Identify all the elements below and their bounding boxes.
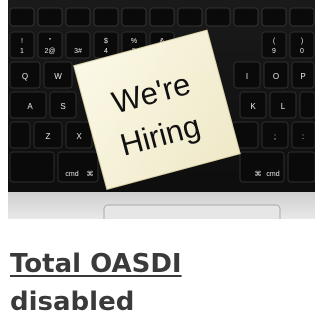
svg-text:0: 0 (300, 48, 304, 55)
key-p-label: P (300, 72, 305, 81)
key-cmd-symbol-left: ⌘ (87, 170, 94, 178)
key-i-label: I (246, 72, 248, 81)
key-q-label: Q (22, 72, 28, 81)
key-colon-label: : (302, 132, 304, 141)
svg-text:9: 9 (272, 48, 276, 55)
key-z-label: Z (46, 132, 51, 141)
caption-link[interactable]: Total OASDI (10, 247, 310, 281)
svg-text:4: 4 (104, 48, 108, 55)
caption-subtitle: disabled (10, 287, 135, 317)
key-w-label: W (54, 72, 62, 81)
key-cmd-left-label: cmd (65, 171, 78, 178)
key-semicolon-label: ; (274, 132, 276, 141)
function-key-row (9, 7, 315, 27)
key-0-label: ) (301, 38, 303, 45)
svg-text:2@: 2@ (45, 48, 56, 55)
key-3-label: 3# (74, 48, 82, 55)
key-cmd-right-label: cmd (266, 171, 279, 178)
key-5-label: % (131, 38, 137, 45)
key-o-label: O (273, 72, 279, 81)
key-k-label: K (250, 102, 256, 111)
svg-text:1: 1 (20, 48, 24, 55)
hiring-photo: !1 "2@ 3# $4 %5 & (9 )0 Q W I O P (8, 0, 315, 219)
key-s-label: S (60, 102, 65, 111)
key-4-label: $ (104, 38, 108, 45)
key-1-label: ! (21, 38, 23, 45)
trackpad (103, 204, 281, 219)
key-l-label: L (281, 102, 286, 111)
key-a-label: A (27, 102, 33, 111)
caption-block: Total OASDI disabled (10, 247, 310, 319)
key-x-label: X (76, 132, 82, 141)
key-cmd-symbol-right: ⌘ (255, 170, 262, 178)
